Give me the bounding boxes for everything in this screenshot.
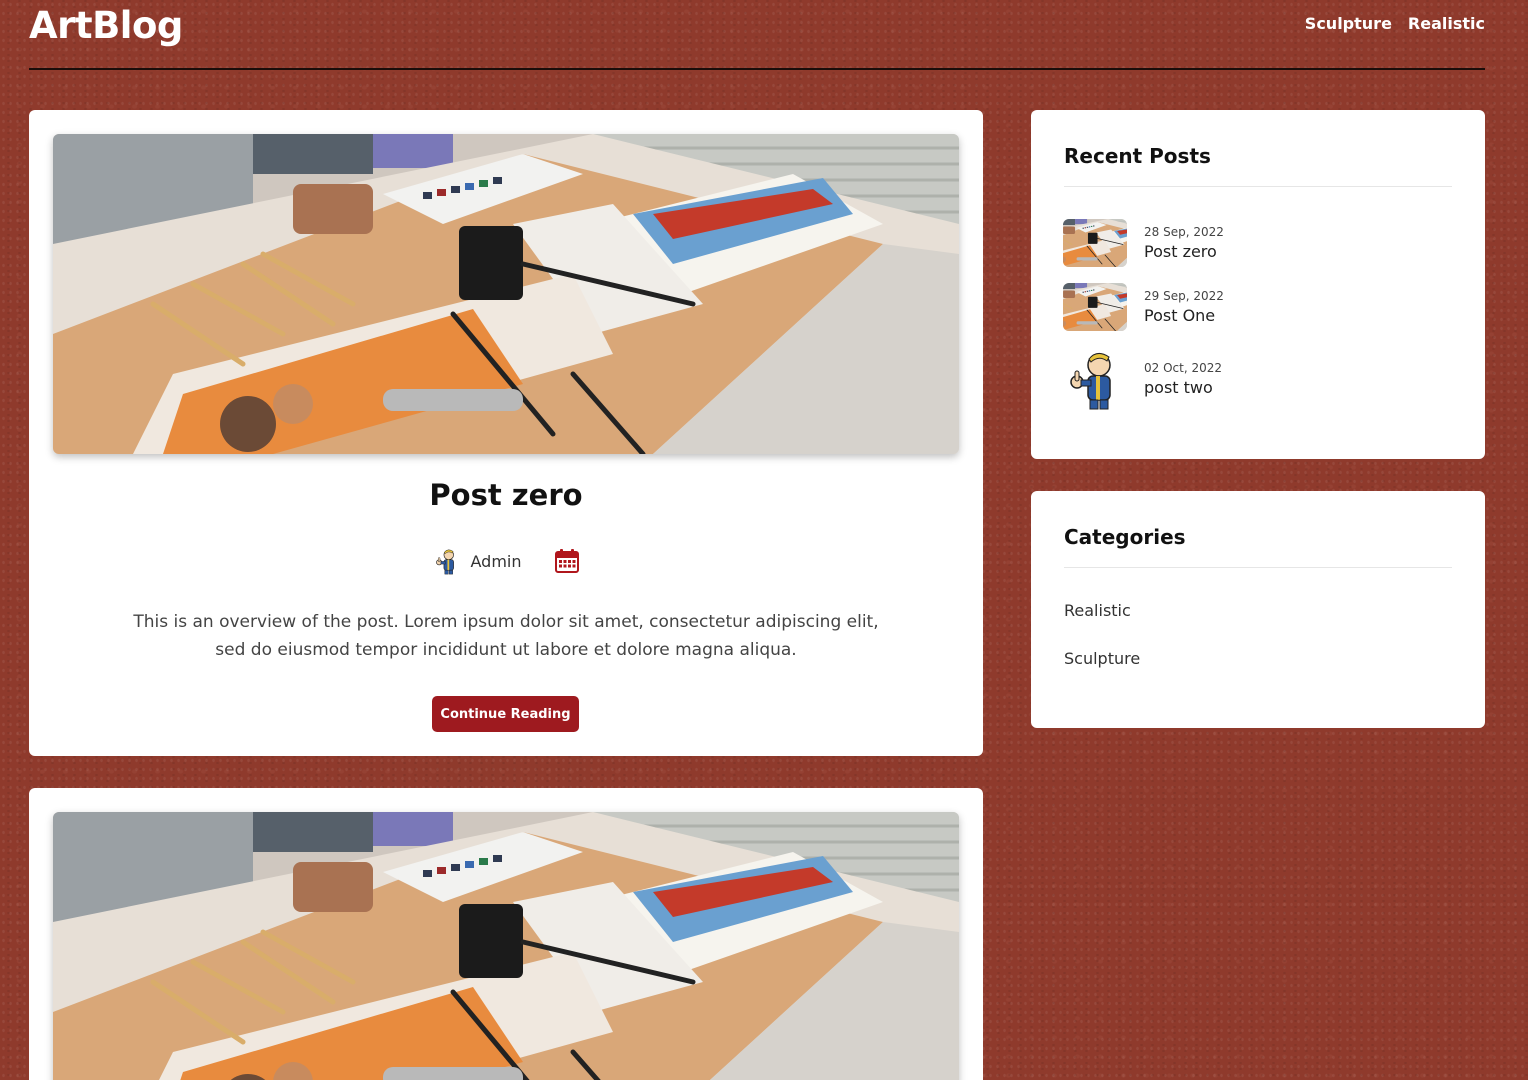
recent-posts-widget: Recent Posts 28 Sep, 2022 Post zero 29 S… [1031,110,1485,459]
recent-post-title[interactable]: Post One [1144,306,1224,325]
recent-posts-title: Recent Posts [1064,144,1211,168]
post-card: Post zero Admin This is an overview of t… [29,110,983,756]
calendar-icon [554,549,579,573]
post-image[interactable] [53,134,959,454]
site-logo[interactable]: ArtBlog [29,4,183,47]
recent-post-date: 29 Sep, 2022 [1144,289,1224,303]
recent-post-item[interactable]: 28 Sep, 2022 Post zero [1063,219,1224,267]
recent-post-thumbnail[interactable] [1063,347,1127,411]
recent-post-title[interactable]: Post zero [1144,242,1224,261]
post-title[interactable]: Post zero [29,478,983,512]
nav-link-realistic[interactable]: Realistic [1408,14,1485,33]
continue-reading-button[interactable]: Continue Reading [432,696,579,732]
site-header: ArtBlog Sculpture Realistic [29,0,1485,70]
recent-post-item[interactable]: 29 Sep, 2022 Post One [1063,283,1224,331]
recent-post-date: 02 Oct, 2022 [1144,361,1222,375]
post-card [29,788,983,1080]
post-image[interactable] [53,812,959,1080]
recent-post-date: 28 Sep, 2022 [1144,225,1224,239]
divider [1064,186,1452,187]
categories-widget: Categories Realistic Sculpture [1031,491,1485,728]
category-link-sculpture[interactable]: Sculpture [1064,649,1140,668]
post-author: Admin [470,551,522,571]
recent-post-thumbnail[interactable] [1063,283,1127,331]
author-avatar-icon [433,547,461,575]
nav-link-sculpture[interactable]: Sculpture [1305,14,1392,33]
recent-post-item[interactable]: 02 Oct, 2022 post two [1063,347,1222,411]
post-excerpt: This is an overview of the post. Lorem i… [133,612,879,660]
categories-title: Categories [1064,525,1186,549]
main-nav: Sculpture Realistic [1305,14,1485,33]
category-link-realistic[interactable]: Realistic [1064,601,1131,620]
divider [1064,567,1452,568]
recent-post-title[interactable]: post two [1144,378,1222,397]
recent-post-thumbnail[interactable] [1063,219,1127,267]
post-meta: Admin [29,547,983,575]
